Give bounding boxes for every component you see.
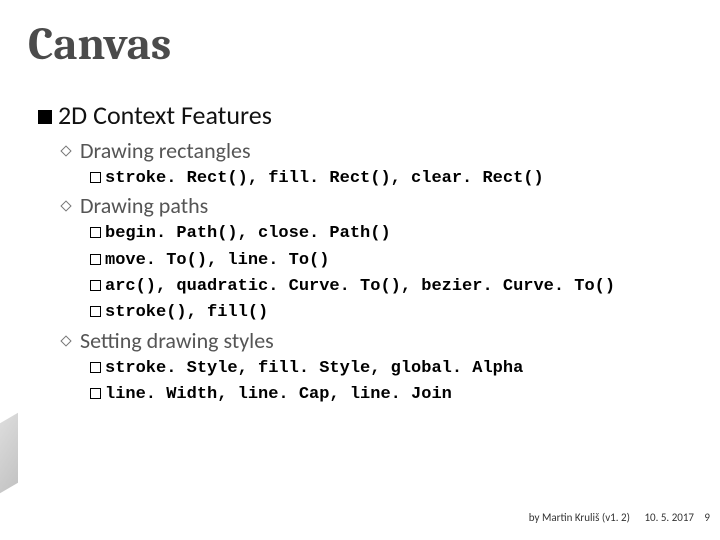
subheading-label: Drawing rectangles (80, 137, 251, 164)
box-bullet-icon (90, 227, 101, 238)
code-line: line. Width, line. Cap, line. Join (90, 382, 692, 408)
code-text: begin. Path(), close. Path() (105, 224, 391, 243)
subheading: Drawing rectangles (62, 137, 692, 164)
decorative-wedge (0, 413, 18, 493)
subheading-label: Drawing paths (80, 192, 208, 219)
slide-title: Canvas (28, 18, 692, 71)
code-text: stroke(), fill() (105, 303, 268, 322)
section-heading: 2D Context Features (38, 99, 692, 131)
diamond-bullet-icon (60, 335, 71, 346)
footer-date: 10. 5. 2017 (644, 511, 694, 524)
section-heading-text: Context Features (93, 99, 272, 131)
code-text: line. Width, line. Cap, line. Join (105, 385, 452, 404)
footer-author: by Martin Kruliš (v1. 2) (529, 511, 630, 524)
code-text: move. To(), line. To() (105, 251, 329, 270)
box-bullet-icon (90, 362, 101, 373)
code-line: begin. Path(), close. Path() (90, 221, 692, 247)
box-bullet-icon (90, 280, 101, 291)
code-line: move. To(), line. To() (90, 248, 692, 274)
diamond-bullet-icon (60, 201, 71, 212)
slide: Canvas 2D Context Features Drawing recta… (0, 0, 720, 408)
square-bullet-icon (38, 110, 52, 124)
code-text: arc(), quadratic. Curve. To(), bezier. C… (105, 277, 615, 296)
code-line: stroke. Style, fill. Style, global. Alph… (90, 356, 692, 382)
footer: by Martin Kruliš (v1. 2) 10. 5. 2017 (529, 511, 694, 524)
box-bullet-icon (90, 388, 101, 399)
box-bullet-icon (90, 254, 101, 265)
code-line: arc(), quadratic. Curve. To(), bezier. C… (90, 274, 692, 300)
subheading: Setting drawing styles (62, 327, 692, 354)
box-bullet-icon (90, 306, 101, 317)
section-bullet-label: 2D (58, 99, 87, 131)
diamond-bullet-icon (60, 145, 71, 156)
page-number: 9 (704, 511, 710, 524)
code-text: stroke. Rect(), fill. Rect(), clear. Rec… (105, 169, 544, 188)
code-line: stroke. Rect(), fill. Rect(), clear. Rec… (90, 166, 692, 192)
code-line: stroke(), fill() (90, 300, 692, 326)
box-bullet-icon (90, 172, 101, 183)
code-text: stroke. Style, fill. Style, global. Alph… (105, 359, 523, 378)
subheading: Drawing paths (62, 192, 692, 219)
subheading-label: Setting drawing styles (80, 327, 274, 354)
